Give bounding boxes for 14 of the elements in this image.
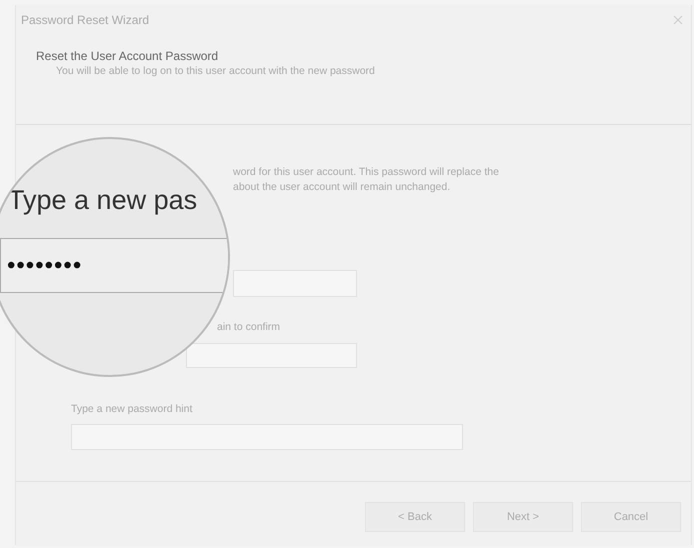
confirm-password-field[interactable]	[186, 343, 357, 368]
wizard-button[interactable]: Cancel	[581, 502, 681, 532]
window-title: Password Reset Wizard	[21, 13, 150, 27]
page-subtitle: You will be able to log on to this user account with the new password	[55, 65, 376, 77]
page-heading: Reset the User Account Password	[36, 49, 220, 63]
instruction-text: about the user account will remain unchanged.	[233, 180, 450, 195]
magnified-label: Type a new pas	[8, 185, 198, 216]
close-icon[interactable]	[673, 15, 683, 25]
field-label: Type a new password hint	[71, 402, 192, 416]
password-dots: ••••••••	[7, 252, 82, 280]
wizard-button[interactable]: Next >	[473, 502, 573, 532]
field-label: ain to confirm	[217, 320, 280, 334]
wizard-button[interactable]: < Back	[365, 502, 465, 532]
instruction-text: word for this user account. This password will replace the	[233, 165, 499, 180]
